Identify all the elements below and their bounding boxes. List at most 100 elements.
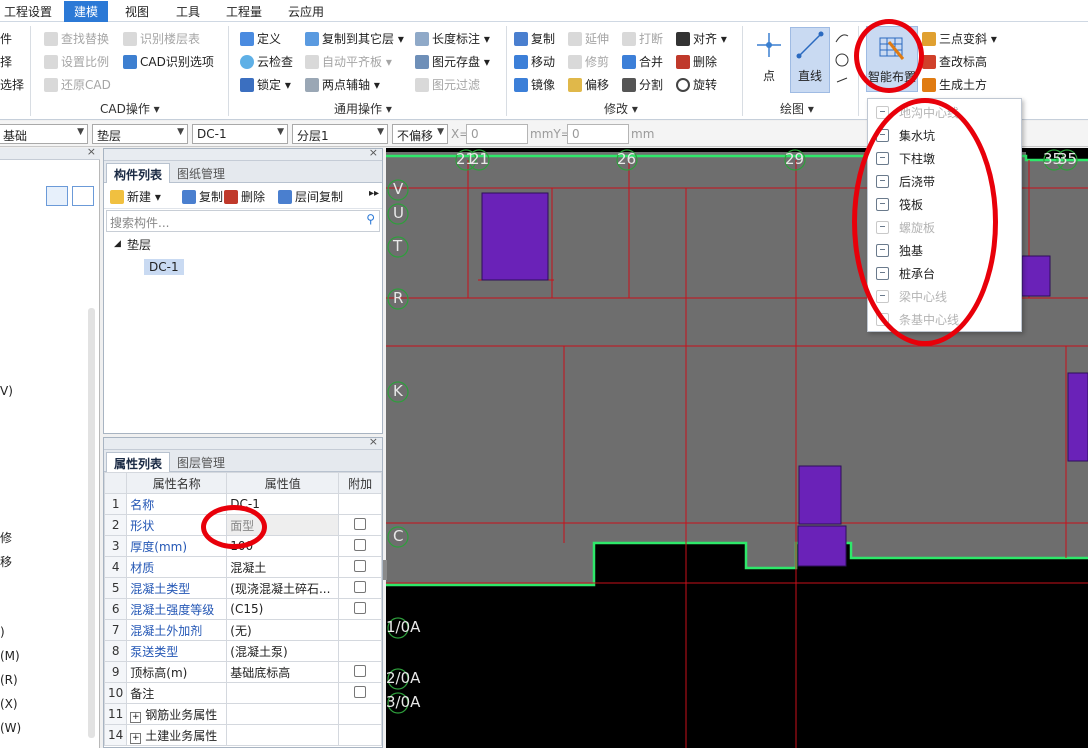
generate-earthwork-button[interactable]: 生成土方	[922, 76, 987, 93]
save-element-button[interactable]: 图元存盘 ▾	[415, 53, 490, 70]
tab-property-list[interactable]: 属性列表	[106, 452, 171, 472]
property-value[interactable]: (现浇混凝土碎石...	[226, 577, 340, 599]
move-button[interactable]: 移动	[514, 53, 555, 70]
property-value[interactable]: (C15)	[226, 598, 340, 620]
lock-button[interactable]: 锁定 ▾	[240, 76, 291, 93]
component-combo[interactable]: DC-1 ▼	[192, 124, 288, 144]
tree-root[interactable]: 垫层	[127, 236, 151, 253]
extra-checkbox[interactable]	[354, 601, 367, 614]
mirror-button[interactable]: 镜像	[514, 76, 555, 93]
draw-shape-buttons[interactable]	[834, 30, 850, 90]
find-replace-button[interactable]: 查找替换	[44, 30, 109, 47]
align-button[interactable]: 对齐 ▾	[676, 30, 727, 47]
property-row[interactable]: 7 混凝土外加剂 (无)	[103, 619, 382, 641]
identify-floor-table-button[interactable]: 识别楼层表	[123, 30, 200, 47]
cad-group-label[interactable]: CAD操作 ▾	[100, 100, 160, 117]
extra-checkbox[interactable]	[354, 580, 367, 593]
property-row[interactable]: 9 顶标高(m) 基础底标高	[103, 661, 382, 683]
column-pier-block[interactable]	[798, 465, 842, 525]
nav-fragment[interactable]: 移	[0, 553, 12, 570]
dropdown-item[interactable]: 筏板	[868, 193, 1021, 216]
common-group-label[interactable]: 通用操作 ▾	[334, 100, 392, 117]
menu-modeling[interactable]: 建模	[64, 1, 109, 22]
ribbon-partial-3[interactable]: 选择	[0, 76, 24, 93]
tree-item-dc1[interactable]: DC-1	[144, 259, 184, 275]
menu-cloud[interactable]: 云应用	[288, 3, 324, 20]
property-row[interactable]: 11 + 钢筋业务属性	[103, 703, 382, 725]
dropdown-item[interactable]: 独基	[868, 239, 1021, 262]
restore-cad-button[interactable]: 还原CAD	[44, 76, 111, 93]
dropdown-item[interactable]: 桩承台	[868, 262, 1021, 285]
property-value[interactable]	[226, 682, 340, 704]
y-offset-input[interactable]: 0	[567, 124, 629, 144]
menu-quantity[interactable]: 工程量	[226, 3, 262, 20]
element-filter-button[interactable]: 图元过滤	[415, 76, 480, 93]
property-value[interactable]: 面型	[226, 514, 340, 536]
set-scale-button[interactable]: 设置比例	[44, 53, 109, 70]
extra-checkbox[interactable]	[354, 685, 367, 698]
more-icon[interactable]: ▸▸	[369, 188, 379, 199]
property-value[interactable]: 基础底标高	[226, 661, 340, 683]
nav-fragment[interactable]: (X)	[0, 697, 18, 711]
three-point-slope-button[interactable]: 三点变斜 ▾	[922, 30, 997, 47]
property-row[interactable]: 3 厚度(mm) 100	[103, 535, 382, 557]
ribbon-partial-1[interactable]: 件	[0, 30, 12, 47]
smart-layout-button[interactable]: 智能布置	[866, 26, 918, 92]
grid-view-icon[interactable]	[72, 186, 94, 206]
expand-icon[interactable]: +	[130, 711, 142, 723]
expand-icon[interactable]: +	[130, 732, 142, 744]
merge-button[interactable]: 合并	[622, 53, 663, 70]
property-row[interactable]: 8 泵送类型 (混凝土泵)	[103, 640, 382, 662]
element-type-combo[interactable]: 垫层 ▼	[92, 124, 188, 144]
line-draw-button[interactable]: 直线	[790, 27, 830, 93]
layer-combo[interactable]: 分层1 ▼	[292, 124, 388, 144]
property-value[interactable]: DC-1	[226, 493, 340, 515]
floor-category-combo[interactable]: 基础 ▼	[0, 124, 88, 144]
column-pier-block[interactable]	[797, 525, 847, 567]
copy-button[interactable]: 复制	[514, 30, 555, 47]
tab-drawing-management[interactable]: 图纸管理	[170, 163, 232, 183]
property-value[interactable]	[226, 703, 340, 725]
splitter-handle[interactable]	[383, 560, 387, 580]
nav-fragment[interactable]: )	[0, 625, 5, 639]
list-view-icon[interactable]	[46, 186, 68, 206]
two-point-axis-button[interactable]: 两点辅轴 ▾	[305, 76, 380, 93]
interlayer-copy-button[interactable]: 层间复制	[278, 188, 343, 205]
menu-tools[interactable]: 工具	[176, 3, 200, 20]
close-icon[interactable]: ×	[369, 435, 378, 448]
property-value[interactable]: 100	[226, 535, 340, 557]
copy-component-button[interactable]: 复制	[182, 188, 223, 205]
point-draw-button[interactable]: 点	[752, 30, 786, 92]
property-row[interactable]: 2 形状 面型	[103, 514, 382, 536]
dropdown-item[interactable]: 下柱墩	[868, 147, 1021, 170]
define-button[interactable]: 定义	[240, 30, 281, 47]
column-pier-block[interactable]	[1021, 255, 1051, 297]
property-value[interactable]: 混凝土	[226, 556, 340, 578]
rotate-button[interactable]: 旋转	[676, 76, 717, 93]
property-row[interactable]: 6 混凝土强度等级 (C15)	[103, 598, 382, 620]
nav-fragment[interactable]: 修	[0, 529, 12, 546]
property-row[interactable]: 5 混凝土类型 (现浇混凝土碎石...	[103, 577, 382, 599]
component-search-input[interactable]: 搜索构件... ⚲	[106, 210, 380, 232]
trim-button[interactable]: 修剪	[568, 53, 609, 70]
extra-checkbox[interactable]	[354, 664, 367, 677]
edit-elevation-button[interactable]: 查改标高	[922, 53, 987, 70]
nav-fragment[interactable]: V)	[0, 384, 13, 398]
column-pier-block[interactable]	[481, 192, 549, 281]
property-row[interactable]: 14 + 土建业务属性	[103, 724, 382, 746]
property-row[interactable]: 4 材质 混凝土	[103, 556, 382, 578]
extra-checkbox[interactable]	[354, 517, 367, 530]
dropdown-item[interactable]: 后浇带	[868, 170, 1021, 193]
property-row[interactable]: 10 备注	[103, 682, 382, 704]
property-row[interactable]: 1 名称 DC-1	[103, 493, 382, 515]
nav-fragment[interactable]: (M)	[0, 649, 20, 663]
property-value[interactable]	[226, 724, 340, 746]
ribbon-partial-2[interactable]: 择	[0, 53, 12, 70]
collapse-icon[interactable]: ◢	[114, 239, 121, 249]
property-value[interactable]: (混凝土泵)	[226, 640, 340, 662]
offset-combo[interactable]: 不偏移 ▼	[392, 124, 448, 144]
delete-component-button[interactable]: 删除	[224, 188, 265, 205]
modify-group-label[interactable]: 修改 ▾	[604, 100, 638, 117]
extra-checkbox[interactable]	[354, 538, 367, 551]
new-component-button[interactable]: 新建 ▾	[110, 188, 161, 205]
